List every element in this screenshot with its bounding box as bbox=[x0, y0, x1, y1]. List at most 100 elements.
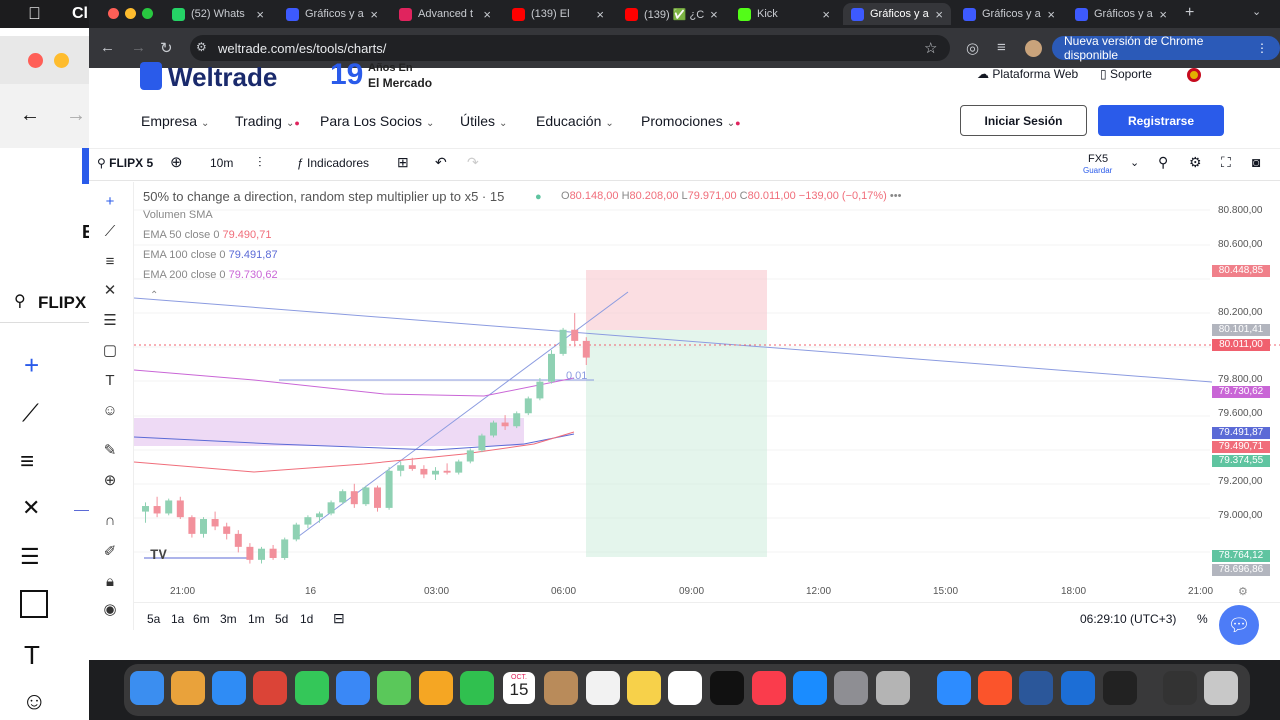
browser-tab[interactable]: Gráficos y a × bbox=[1067, 3, 1175, 25]
layout-name[interactable]: FX5 bbox=[1088, 153, 1108, 165]
calendar-app-icon[interactable]: OCT. 15 bbox=[503, 672, 535, 704]
lock-icon[interactable]: 🔒︎ bbox=[100, 572, 120, 592]
browser-tab[interactable]: (52) Whats × bbox=[164, 3, 272, 25]
appstore-icon[interactable] bbox=[793, 671, 827, 705]
browser-tab[interactable]: (139) El × bbox=[504, 3, 612, 25]
profile-avatar[interactable] bbox=[1025, 40, 1042, 57]
camera-icon[interactable]: ◙ bbox=[1252, 154, 1260, 170]
music-icon[interactable] bbox=[752, 671, 786, 705]
magnet-icon[interactable]: ∩ bbox=[100, 511, 120, 531]
menubar-app-name[interactable]: Cl bbox=[72, 5, 88, 23]
clock-readout[interactable]: 06:29:10 (UTC+3) bbox=[1080, 612, 1176, 626]
weltrade-logo-icon[interactable] bbox=[140, 62, 162, 90]
freeform-icon[interactable] bbox=[668, 671, 702, 705]
range-button[interactable]: 1a bbox=[171, 612, 184, 626]
nav-empresa[interactable]: Empresa ⌄ bbox=[141, 113, 209, 129]
finder-icon[interactable] bbox=[130, 671, 164, 705]
trendline-icon[interactable]: ⟋ bbox=[100, 222, 120, 242]
close-tab-icon[interactable]: × bbox=[710, 7, 718, 22]
brave-icon[interactable] bbox=[978, 671, 1012, 705]
pattern-icon[interactable]: ✕ bbox=[100, 281, 120, 301]
range-button[interactable]: 3m bbox=[220, 612, 237, 626]
nav-trading[interactable]: Trading ⌄● bbox=[235, 113, 300, 129]
close-tab-icon[interactable]: × bbox=[483, 7, 491, 22]
reminders-icon[interactable] bbox=[586, 671, 620, 705]
tradingview-icon[interactable] bbox=[1103, 671, 1137, 705]
nav-utiles[interactable]: Útiles ⌄ bbox=[460, 113, 507, 129]
reload-icon[interactable]: ↻ bbox=[160, 39, 173, 57]
trash-icon[interactable] bbox=[1204, 671, 1238, 705]
browser-tab[interactable]: Gráficos y a × bbox=[843, 3, 951, 25]
settings-gear-icon[interactable]: ⚙ bbox=[1189, 154, 1202, 171]
browser-tab[interactable]: Advanced t × bbox=[391, 3, 499, 25]
eye-icon[interactable]: ◉ bbox=[100, 600, 120, 620]
site-logo[interactable]: Weltrade bbox=[168, 62, 277, 93]
range-button[interactable]: 6m bbox=[193, 612, 210, 626]
facetime-icon[interactable] bbox=[460, 671, 494, 705]
contacts-icon[interactable] bbox=[544, 671, 578, 705]
range-button[interactable]: 5d bbox=[275, 612, 288, 626]
url-text[interactable]: weltrade.com/es/tools/charts/ bbox=[218, 41, 386, 56]
layout-chevron-icon[interactable]: ⌄ bbox=[1130, 156, 1139, 169]
photos-icon[interactable] bbox=[419, 671, 453, 705]
close-tab-icon[interactable]: × bbox=[1047, 7, 1055, 22]
settings-icon[interactable] bbox=[834, 671, 868, 705]
tv-icon[interactable] bbox=[710, 671, 744, 705]
close-tab-icon[interactable]: × bbox=[370, 7, 378, 22]
nav-promociones[interactable]: Promociones ⌄● bbox=[641, 113, 741, 129]
close-tab-icon[interactable]: × bbox=[822, 7, 830, 22]
browser-tab[interactable]: Kick × bbox=[730, 3, 838, 25]
chrome-update-button[interactable]: Nueva versión de Chrome disponible ⋮ bbox=[1052, 34, 1280, 62]
register-button[interactable]: Registrarse bbox=[1098, 105, 1224, 136]
forward-arrow-icon[interactable]: → bbox=[131, 39, 146, 56]
range-button[interactable]: 1d bbox=[300, 612, 313, 626]
close-tab-icon[interactable]: × bbox=[935, 7, 943, 22]
rectangle-icon[interactable]: ▢ bbox=[100, 341, 120, 361]
indicators-button[interactable]: ƒ Indicadores bbox=[297, 156, 369, 170]
launchpad-icon[interactable] bbox=[171, 671, 205, 705]
login-button[interactable]: Iniciar Sesión bbox=[960, 105, 1087, 136]
fullscreen-icon[interactable]: ⛶ bbox=[1221, 154, 1231, 171]
reading-list-icon[interactable]: ≡ bbox=[997, 39, 1006, 56]
axis-settings-icon[interactable]: ⚙ bbox=[1238, 585, 1248, 598]
word-icon[interactable] bbox=[1019, 671, 1053, 705]
zoom-in-icon[interactable]: ⊕ bbox=[100, 471, 120, 491]
extension-icon[interactable]: ◎ bbox=[966, 39, 979, 57]
chat-support-icon[interactable]: 💬︎ bbox=[1219, 605, 1259, 645]
compare-add-icon[interactable]: ⊕ bbox=[170, 153, 183, 171]
chart-title[interactable]: 50% to change a direction, random step m… bbox=[143, 189, 504, 204]
spain-flag-icon[interactable] bbox=[1187, 68, 1201, 82]
notes-icon[interactable] bbox=[627, 671, 661, 705]
redo-icon[interactable]: ↷ bbox=[467, 154, 479, 171]
support-link[interactable]: ▯ Soporte bbox=[1100, 67, 1152, 81]
nav-educacion[interactable]: Educación ⌄ bbox=[536, 113, 614, 129]
close-tab-icon[interactable]: × bbox=[256, 7, 264, 22]
browser-tab[interactable]: Gráficos y a × bbox=[955, 3, 1063, 25]
tab-search-chevron-icon[interactable]: ⌄ bbox=[1252, 5, 1261, 18]
back-arrow-icon[interactable]: ← bbox=[100, 39, 115, 56]
percent-toggle[interactable]: % bbox=[1197, 612, 1208, 626]
apple-icon[interactable]:  bbox=[28, 4, 41, 24]
browser-tab[interactable]: (139) ✅ ¿C × bbox=[617, 3, 725, 25]
date-range-calendar-icon[interactable]: ⊟ bbox=[333, 610, 345, 627]
text-icon[interactable]: T bbox=[100, 371, 120, 391]
ema50-legend[interactable]: EMA 50 close 0 79.490,71 bbox=[143, 229, 271, 241]
candle-type-icon[interactable]: ⫶ bbox=[258, 154, 262, 171]
save-label[interactable]: Guardar bbox=[1083, 166, 1112, 175]
range-button[interactable]: 5a bbox=[147, 612, 160, 626]
range-button[interactable]: 1m bbox=[248, 612, 265, 626]
platform-link[interactable]: ☁ Plataforma Web bbox=[977, 67, 1078, 81]
emoji-icon[interactable]: ☺ bbox=[100, 401, 120, 421]
screenrecord-icon[interactable] bbox=[1163, 671, 1197, 705]
ema200-legend[interactable]: EMA 200 close 0 79.730,62 bbox=[143, 269, 278, 281]
crosshair-icon[interactable]: + bbox=[100, 192, 120, 212]
chrome-icon[interactable] bbox=[253, 671, 287, 705]
mail-icon[interactable] bbox=[336, 671, 370, 705]
browser-tab[interactable]: Gráficos y a × bbox=[278, 3, 386, 25]
quick-search-icon[interactable]: ⚲ bbox=[1158, 154, 1168, 171]
layouts-icon[interactable]: ⊞ bbox=[397, 154, 409, 171]
pencil-lock-icon[interactable]: ✐ bbox=[100, 542, 120, 562]
symbol-search[interactable]: ⚲ FLIPX 5 bbox=[97, 156, 153, 170]
volume-legend[interactable]: Volumen SMA bbox=[143, 209, 213, 221]
close-tab-icon[interactable]: × bbox=[596, 7, 604, 22]
